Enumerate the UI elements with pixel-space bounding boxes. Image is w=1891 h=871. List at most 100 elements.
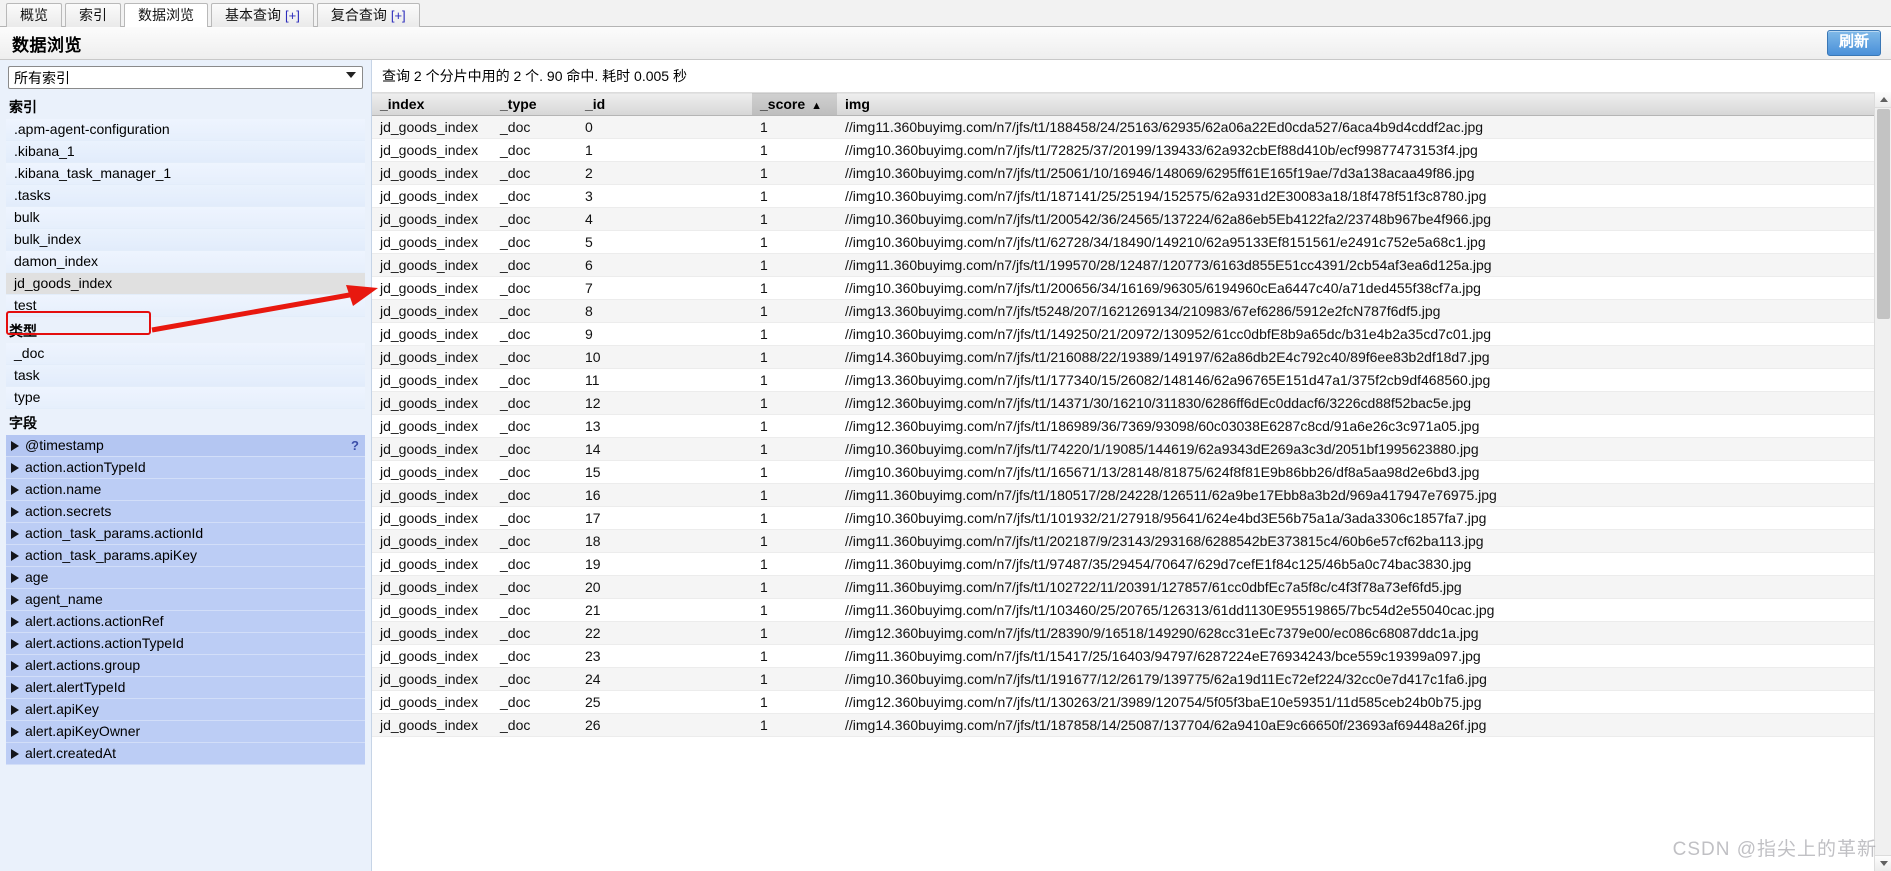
tab-3[interactable]: 基本查询 [+] [211, 3, 314, 27]
expand-triangle-icon[interactable] [11, 726, 19, 737]
tab-expand-icon[interactable]: [+] [391, 8, 406, 23]
expand-triangle-icon[interactable] [11, 638, 19, 649]
expand-triangle-icon[interactable] [11, 572, 19, 583]
scrollbar-thumb[interactable] [1877, 109, 1890, 319]
field-list-item[interactable]: action.actionTypeId [6, 457, 365, 479]
field-list-item[interactable]: alert.actions.actionTypeId [6, 633, 365, 655]
expand-triangle-icon[interactable] [11, 660, 19, 671]
index-list-item[interactable]: bulk_index [6, 229, 365, 251]
tab-4[interactable]: 复合查询 [+] [316, 3, 420, 27]
field-list-item[interactable]: agent_name [6, 589, 365, 611]
expand-triangle-icon[interactable] [11, 440, 19, 451]
column-header-_id[interactable]: _id [577, 92, 752, 116]
table-row[interactable]: jd_goods_index _doc 0 1//img11.360buyimg.co… [372, 115, 1891, 139]
type-list-item[interactable]: _doc [6, 343, 365, 365]
index-list-item[interactable]: .kibana_1 [6, 141, 365, 163]
tab-1[interactable]: 索引 [65, 3, 121, 27]
expand-triangle-icon[interactable] [11, 748, 19, 759]
index-list-item[interactable]: .tasks [6, 185, 365, 207]
column-header-label: _type [500, 96, 537, 112]
table-row[interactable]: jd_goods_index _doc 18 1//img11.360buyimg.c… [372, 529, 1891, 553]
table-row[interactable]: jd_goods_index _doc 9 1//img10.360buyimg.co… [372, 322, 1891, 346]
table-row[interactable]: jd_goods_index _doc 1 1//img10.360buyimg.co… [372, 138, 1891, 162]
field-list-item[interactable]: action.name [6, 479, 365, 501]
index-select[interactable]: 所有索引 [8, 66, 363, 89]
table-row[interactable]: jd_goods_index _doc 3 1//img10.360buyimg.co… [372, 184, 1891, 208]
cell-_score: 1 [752, 690, 837, 714]
type-list-item[interactable]: task [6, 365, 365, 387]
table-row[interactable]: jd_goods_index _doc 14 1//img10.360buyimg.c… [372, 437, 1891, 461]
table-row[interactable]: jd_goods_index _doc 11 1//img13.360buyimg.c… [372, 368, 1891, 392]
table-row[interactable]: jd_goods_index _doc 22 1//img12.360buyimg.c… [372, 621, 1891, 645]
field-list-item[interactable]: @timestamp? [6, 435, 365, 457]
table-row[interactable]: jd_goods_index _doc 2 1//img10.360buyimg.co… [372, 161, 1891, 185]
table-row[interactable]: jd_goods_index _doc 12 1//img12.360buyimg.c… [372, 391, 1891, 415]
field-list-item[interactable]: alert.alertTypeId [6, 677, 365, 699]
field-label: alert.createdAt [25, 745, 117, 761]
tab-expand-icon[interactable]: [+] [285, 8, 300, 23]
field-list-item[interactable]: alert.actions.actionRef [6, 611, 365, 633]
index-list-item[interactable]: test [6, 295, 365, 317]
field-list-item[interactable]: alert.actions.group [6, 655, 365, 677]
cell-_id: 16 [577, 483, 752, 507]
index-list-item[interactable]: damon_index [6, 251, 365, 273]
table-row[interactable]: jd_goods_index _doc 8 1//img13.360buyimg.co… [372, 299, 1891, 323]
table-row[interactable]: jd_goods_index _doc 7 1//img10.360buyimg.co… [372, 276, 1891, 300]
cell-_index: jd_goods_index [372, 644, 492, 668]
table-row[interactable]: jd_goods_index _doc 20 1//img11.360buyimg.c… [372, 575, 1891, 599]
expand-triangle-icon[interactable] [11, 682, 19, 693]
cell-_index: jd_goods_index [372, 552, 492, 576]
column-header-_score[interactable]: _score ▲ [752, 92, 837, 116]
index-list-item[interactable]: .apm-agent-configuration [6, 119, 365, 141]
column-header-_index[interactable]: _index [372, 92, 492, 116]
expand-triangle-icon[interactable] [11, 616, 19, 627]
cell-_id: 17 [577, 506, 752, 530]
table-row[interactable]: jd_goods_index _doc 19 1//img11.360buyimg.c… [372, 552, 1891, 576]
scroll-up-button[interactable] [1875, 92, 1891, 108]
table-row[interactable]: jd_goods_index _doc 26 1//img14.360buyimg.c… [372, 713, 1891, 737]
field-list-item[interactable]: alert.apiKeyOwner [6, 721, 365, 743]
table-row[interactable]: jd_goods_index _doc 15 1//img10.360buyimg.c… [372, 460, 1891, 484]
table-row[interactable]: jd_goods_index _doc 16 1//img11.360buyimg.c… [372, 483, 1891, 507]
indices-section-title: 索引 [9, 99, 37, 115]
column-header-_type[interactable]: _type [492, 92, 577, 116]
type-list-item[interactable]: type [6, 387, 365, 409]
tab-2[interactable]: 数据浏览 [124, 3, 208, 27]
index-list-item[interactable]: .kibana_task_manager_1 [6, 163, 365, 185]
field-list-item[interactable]: action.secrets [6, 501, 365, 523]
cell-_id: 15 [577, 460, 752, 484]
table-row[interactable]: jd_goods_index _doc 24 1//img10.360buyimg.c… [372, 667, 1891, 691]
field-list-item[interactable]: action_task_params.apiKey [6, 545, 365, 567]
table-row[interactable]: jd_goods_index _doc 25 1//img12.360buyimg.c… [372, 690, 1891, 714]
expand-triangle-icon[interactable] [11, 506, 19, 517]
field-list-item[interactable]: action_task_params.actionId [6, 523, 365, 545]
table-row[interactable]: jd_goods_index _doc 4 1//img10.360buyimg.co… [372, 207, 1891, 231]
table-row[interactable]: jd_goods_index _doc 13 1//img12.360buyimg.c… [372, 414, 1891, 438]
expand-triangle-icon[interactable] [11, 484, 19, 495]
field-label: alert.actions.actionTypeId [25, 635, 184, 651]
tab-0[interactable]: 概览 [6, 3, 62, 27]
refresh-button[interactable]: 刷新 [1826, 30, 1881, 56]
field-list-item[interactable]: age [6, 567, 365, 589]
scroll-down-button[interactable] [1875, 855, 1891, 871]
field-list-item[interactable]: alert.createdAt [6, 743, 365, 765]
expand-triangle-icon[interactable] [11, 704, 19, 715]
field-help-icon[interactable]: ? [351, 436, 359, 455]
expand-triangle-icon[interactable] [11, 550, 19, 561]
cell-img: //img12.360buyimg.com/n7/jfs/t1/14371/30… [837, 391, 1891, 415]
table-row[interactable]: jd_goods_index _doc 21 1//img11.360buyimg.c… [372, 598, 1891, 622]
field-list-item[interactable]: alert.apiKey [6, 699, 365, 721]
table-row[interactable]: jd_goods_index _doc 10 1//img14.360buyimg.c… [372, 345, 1891, 369]
table-row[interactable]: jd_goods_index _doc 6 1//img11.360buyimg.co… [372, 253, 1891, 277]
index-list-item[interactable]: jd_goods_index [6, 273, 365, 295]
table-row[interactable]: jd_goods_index _doc 17 1//img10.360buyimg.c… [372, 506, 1891, 530]
index-list-item[interactable]: bulk [6, 207, 365, 229]
column-header-img[interactable]: img [837, 92, 1891, 116]
expand-triangle-icon[interactable] [11, 528, 19, 539]
table-row[interactable]: jd_goods_index _doc 5 1//img10.360buyimg.co… [372, 230, 1891, 254]
cell-_score: 1 [752, 713, 837, 737]
expand-triangle-icon[interactable] [11, 594, 19, 605]
table-vertical-scrollbar[interactable] [1874, 92, 1891, 871]
expand-triangle-icon[interactable] [11, 462, 19, 473]
table-row[interactable]: jd_goods_index _doc 23 1//img11.360buyimg.c… [372, 644, 1891, 668]
